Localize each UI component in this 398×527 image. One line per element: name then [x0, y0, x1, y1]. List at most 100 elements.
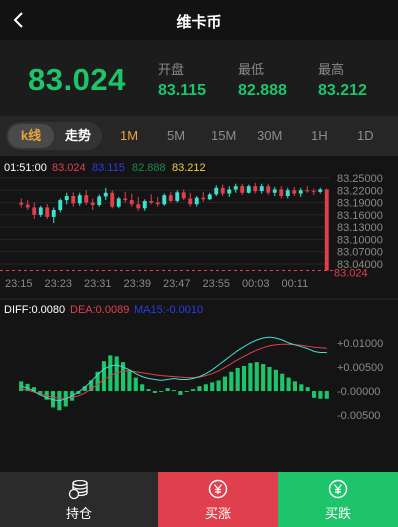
macd-dea-legend: DEA:0.0089 [70, 304, 129, 316]
macd-histogram-bar [216, 380, 221, 392]
buy-down-button[interactable]: 买跌 [278, 472, 398, 527]
candle-body [305, 190, 310, 192]
macd-histogram-bar [171, 390, 177, 392]
yen-coin-down-icon [328, 479, 348, 499]
chart-mode-toggle: k线 走势 [6, 122, 102, 150]
open-label: 开盘 [158, 62, 185, 77]
candle-body [77, 195, 82, 204]
action-bar: 持仓 买涨 买跌 [0, 472, 398, 527]
open-value: 83.115 [158, 82, 207, 99]
low-stat: 最低 82.888 [238, 59, 287, 100]
high-value: 83.212 [318, 82, 367, 99]
last-price-label: 83.024 [334, 268, 368, 280]
macd-histogram-bar [127, 369, 132, 392]
candle-body [58, 200, 63, 210]
kline-tab[interactable]: k线 [8, 124, 54, 148]
macd-histogram-bar [241, 365, 247, 392]
macd-histogram-bar [305, 387, 310, 392]
macd-histogram-bar [203, 384, 208, 392]
macd-histogram-bar [229, 371, 234, 392]
kline-y-tick: 83.07000 [337, 247, 383, 259]
period-tab-1d[interactable]: 1D [357, 128, 374, 143]
kline-y-tick: 83.22000 [337, 185, 383, 197]
macd-histogram-bar [184, 391, 189, 393]
macd-histogram-bar [254, 362, 259, 392]
period-tab-30m[interactable]: 30M [257, 128, 282, 143]
macd-y-tick: +0.01000 [337, 338, 383, 350]
macd-histogram-bar [280, 373, 285, 392]
buy-up-label: 买涨 [204, 506, 231, 521]
candle-body [201, 197, 206, 200]
macd-histogram-bar [292, 381, 298, 392]
candle-body [97, 196, 102, 206]
candle-body [168, 195, 173, 201]
candle-body [311, 191, 316, 193]
candle-body [298, 190, 303, 194]
macd-y-tick: -0.00500 [337, 410, 380, 422]
quote-panel: 83.024 开盘 83.115 最低 82.888 最高 83.212 [0, 40, 398, 116]
period-tab-15m[interactable]: 15M [211, 128, 236, 143]
candle-body [103, 192, 108, 197]
macd-y-tick: +0.00500 [337, 362, 383, 374]
macd-histogram-bar [248, 363, 253, 392]
macd-histogram-bar [235, 367, 240, 392]
candle-body [253, 186, 258, 192]
macd-histogram-bar [133, 377, 138, 392]
top-bar: 维卡币 [0, 0, 398, 40]
candle-body [181, 192, 186, 199]
period-tab-5m[interactable]: 5M [167, 128, 185, 143]
macd-histogram-bar [273, 369, 278, 392]
kline-x-tick: 00:11 [282, 278, 309, 290]
low-label: 最低 [238, 62, 265, 77]
macd-histogram-bar [299, 384, 304, 392]
candle-body [149, 200, 154, 203]
candle-body [188, 198, 193, 205]
trend-tab[interactable]: 走势 [56, 124, 100, 148]
buy-up-button[interactable]: 买涨 [158, 472, 278, 527]
candle-body [116, 198, 121, 207]
candle-body [155, 202, 160, 205]
macd-histogram-bar [108, 355, 113, 392]
chart-area[interactable]: 01:51:00 83.024 83.115 82.888 83.212 83.… [0, 156, 398, 472]
period-tab-1h[interactable]: 1H [311, 128, 328, 143]
candle-body [292, 190, 297, 194]
candle-body [129, 200, 134, 205]
candle-body [110, 192, 115, 207]
macd-histogram-bar [312, 391, 317, 398]
coins-stack-icon [68, 479, 88, 500]
kline-x-tick: 23:23 [45, 278, 73, 290]
candle-body [64, 196, 69, 201]
candle-body [259, 186, 264, 192]
hold-button[interactable]: 持仓 [0, 472, 158, 527]
candle-body [318, 189, 323, 192]
candle-body [220, 187, 225, 194]
legend-time: 01:51:00 [4, 162, 47, 174]
kline-y-tick: 83.25000 [337, 173, 383, 185]
macd-y-tick: -0.00000 [337, 386, 380, 398]
candle-body [214, 187, 219, 195]
legend-value-3: 82.888 [132, 162, 166, 174]
period-tab-1m[interactable]: 1M [120, 128, 138, 143]
candle-body [175, 192, 180, 201]
legend-value-1: 83.024 [52, 162, 86, 174]
macd-histogram-bar [152, 391, 157, 393]
candle-body [285, 190, 290, 197]
macd-histogram-bar [140, 384, 145, 392]
candle-body [19, 202, 24, 205]
legend-value-4: 83.212 [172, 162, 206, 174]
macd-histogram-bar [210, 382, 215, 392]
kline-x-tick: 23:55 [203, 278, 231, 290]
kline-x-tick: 23:47 [163, 278, 191, 290]
kline-x-tick: 23:39 [124, 278, 152, 290]
candle-body [207, 194, 212, 200]
kline-y-tick: 83.13000 [337, 222, 383, 234]
macd-histogram-bar [146, 389, 151, 392]
candle-body [38, 207, 43, 215]
kline-chart-svg[interactable]: 01:51:00 83.024 83.115 82.888 83.212 83.… [0, 156, 398, 472]
macd-histogram-bar [159, 391, 164, 393]
kline-x-tick: 00:03 [242, 278, 270, 290]
candle-body [51, 209, 56, 217]
macd-histogram-bar [178, 391, 183, 395]
macd-histogram-bar [222, 376, 228, 392]
candle-body [71, 196, 76, 204]
